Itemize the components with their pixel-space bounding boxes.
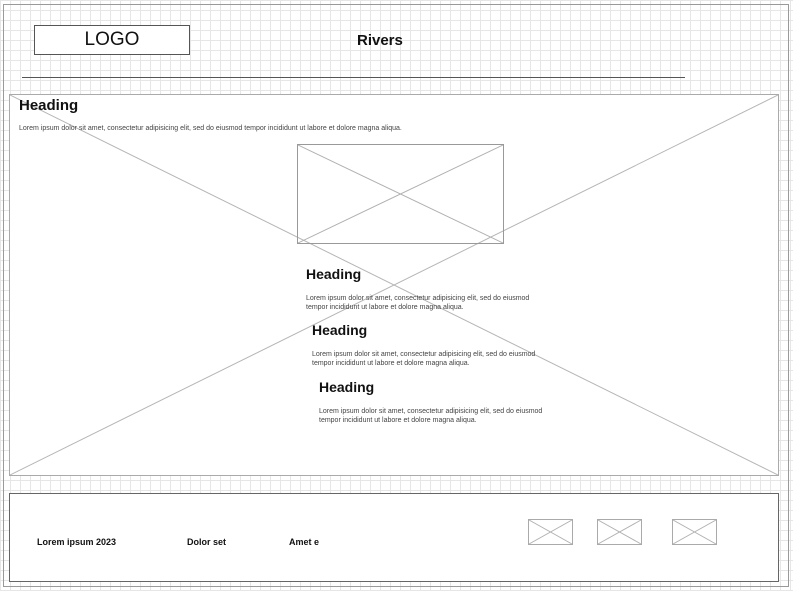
footer-copyright: Lorem ipsum 2023 [37, 537, 117, 547]
image-placeholder-icon [298, 145, 503, 243]
image-placeholder-icon [529, 520, 572, 544]
footer-social-image-3[interactable] [672, 519, 717, 545]
footer-social-image-2[interactable] [597, 519, 642, 545]
hero-text: Lorem ipsum dolor sit amet, consectetur … [19, 125, 402, 132]
content-image-placeholder [297, 144, 504, 244]
card-heading: Heading [319, 379, 375, 395]
header-divider [22, 77, 685, 78]
card-text: Lorem ipsum dolor sit amet, consectetur … [312, 351, 536, 367]
logo-label: LOGO [84, 29, 140, 50]
footer-link-amet[interactable]: Amet e [289, 537, 319, 547]
image-placeholder-icon [598, 520, 641, 544]
card-heading: Heading [306, 266, 362, 282]
hero-heading: Heading [19, 97, 79, 114]
footer [9, 493, 779, 582]
footer-link-dolor-set[interactable]: Dolor set [187, 537, 226, 547]
card-text: Lorem ipsum dolor sit amet, consectetur … [306, 295, 530, 311]
image-placeholder-icon [673, 520, 716, 544]
card-heading: Heading [312, 322, 368, 338]
card-text: Lorem ipsum dolor sit amet, consectetur … [319, 408, 543, 424]
footer-social-image-1[interactable] [528, 519, 573, 545]
logo[interactable]: LOGO [34, 25, 190, 55]
site-title: Rivers [357, 32, 403, 49]
